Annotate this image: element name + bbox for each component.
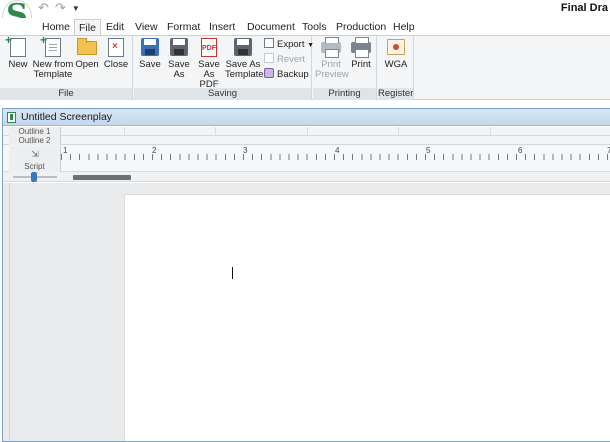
pdf-icon: PDF bbox=[199, 38, 219, 58]
ribbon-separator bbox=[0, 100, 610, 108]
tab-stop-icon[interactable]: ⇲ bbox=[29, 150, 41, 159]
ribbon-group-printing: Print Preview Print Printing bbox=[313, 36, 377, 100]
close-document-icon: × bbox=[106, 38, 126, 58]
new-from-template-button[interactable]: + New from Template bbox=[32, 34, 74, 80]
current-element-label: Script bbox=[24, 162, 45, 171]
zoom-slider-row bbox=[3, 172, 610, 182]
tab-production[interactable]: Production bbox=[332, 19, 390, 36]
outline-2-row[interactable]: Outline 2 bbox=[3, 136, 610, 145]
backup-button[interactable]: Backup bbox=[264, 68, 309, 82]
new-template-icon: + bbox=[40, 34, 63, 58]
printer-icon bbox=[351, 37, 371, 58]
export-icon bbox=[264, 38, 274, 48]
wga-certificate-icon bbox=[386, 38, 406, 58]
element-panel: ⇲ Script bbox=[9, 146, 61, 172]
outline-bars: Outline 1 Outline 2 bbox=[3, 127, 610, 146]
document-canvas bbox=[3, 183, 610, 441]
print-preview-button[interactable]: Print Preview bbox=[315, 37, 349, 80]
left-gutter bbox=[9, 183, 10, 441]
document-title-bar[interactable]: Untitled Screenplay bbox=[3, 109, 610, 126]
tab-help[interactable]: Help bbox=[389, 19, 419, 36]
group-label-file: File bbox=[0, 88, 132, 100]
save-as-button[interactable]: Save As bbox=[166, 38, 192, 80]
outline-1-label: Outline 1 bbox=[9, 127, 61, 136]
ribbon: + New + New from Template Open × Close F… bbox=[0, 34, 610, 100]
backup-icon bbox=[264, 68, 274, 78]
save-icon bbox=[140, 38, 160, 58]
group-label-register: Register bbox=[378, 88, 414, 100]
ruler-number: 5 bbox=[426, 146, 431, 155]
document-window: Untitled Screenplay Outline 1 Outline 2 … bbox=[2, 108, 610, 442]
menu-bar: Home File Edit View Format Insert Docume… bbox=[0, 18, 610, 36]
tab-format[interactable]: Format bbox=[163, 19, 204, 36]
undo-icon[interactable]: ↶ bbox=[38, 0, 49, 16]
ribbon-group-register: WGA Register bbox=[378, 36, 414, 100]
text-caret bbox=[232, 267, 233, 279]
ribbon-group-saving: Save Save As PDF Save As PDF Save As Tem… bbox=[134, 36, 314, 100]
save-as-template-button[interactable]: Save As Template bbox=[225, 38, 264, 80]
window-title: Final Dra bbox=[560, 2, 608, 14]
document-title: Untitled Screenplay bbox=[21, 111, 113, 123]
ruler-number: 4 bbox=[335, 146, 340, 155]
ribbon-group-file: + New + New from Template Open × Close F… bbox=[0, 34, 133, 100]
group-label-printing: Printing bbox=[313, 88, 376, 100]
zoom-slider-thumb[interactable] bbox=[31, 172, 37, 182]
quick-access-toolbar: ↶ ↷ ▼ bbox=[38, 0, 80, 16]
open-button[interactable]: Open bbox=[74, 38, 100, 70]
save-template-icon bbox=[233, 38, 253, 58]
new-button[interactable]: + New bbox=[5, 34, 30, 70]
ruler-number: 1 bbox=[63, 146, 68, 155]
title-bar: S ↶ ↷ ▼ Final Dra bbox=[0, 0, 610, 34]
tab-document[interactable]: Document bbox=[243, 19, 299, 36]
save-as-icon bbox=[169, 38, 189, 58]
revert-button[interactable]: Revert bbox=[264, 53, 305, 67]
revert-icon bbox=[264, 53, 274, 63]
horizontal-scrollbar-thumb[interactable] bbox=[73, 175, 131, 180]
script-document-icon bbox=[7, 112, 16, 123]
tab-file[interactable]: File bbox=[74, 19, 101, 36]
group-label-saving: Saving bbox=[134, 88, 311, 100]
print-preview-icon bbox=[321, 37, 341, 58]
ruler-track[interactable]: 1 2 3 4 5 6 7 bbox=[61, 146, 610, 162]
save-button[interactable]: Save bbox=[138, 38, 162, 70]
new-document-icon: + bbox=[5, 34, 28, 58]
customize-dropdown-icon[interactable]: ▼ bbox=[72, 4, 80, 13]
tab-tools[interactable]: Tools bbox=[298, 19, 331, 36]
save-as-pdf-button[interactable]: PDF Save As PDF bbox=[193, 38, 225, 90]
script-page[interactable] bbox=[124, 194, 610, 441]
close-button[interactable]: × Close bbox=[103, 38, 129, 70]
tab-insert[interactable]: Insert bbox=[205, 19, 239, 36]
ruler-number: 6 bbox=[518, 146, 523, 155]
folder-icon bbox=[77, 38, 97, 58]
tab-edit[interactable]: Edit bbox=[102, 19, 128, 36]
ruler: ⇲ Script 1 2 3 4 5 6 7 bbox=[3, 146, 610, 172]
wga-button[interactable]: WGA bbox=[382, 38, 410, 70]
redo-icon[interactable]: ↷ bbox=[55, 0, 66, 16]
ruler-number: 3 bbox=[243, 146, 248, 155]
tab-view[interactable]: View bbox=[131, 19, 162, 36]
ruler-number: 2 bbox=[152, 146, 157, 155]
outline-1-row[interactable]: Outline 1 bbox=[3, 127, 610, 136]
print-button[interactable]: Print bbox=[348, 37, 374, 70]
outline-2-label: Outline 2 bbox=[9, 136, 61, 145]
export-button[interactable]: Export ▼ bbox=[264, 38, 314, 52]
